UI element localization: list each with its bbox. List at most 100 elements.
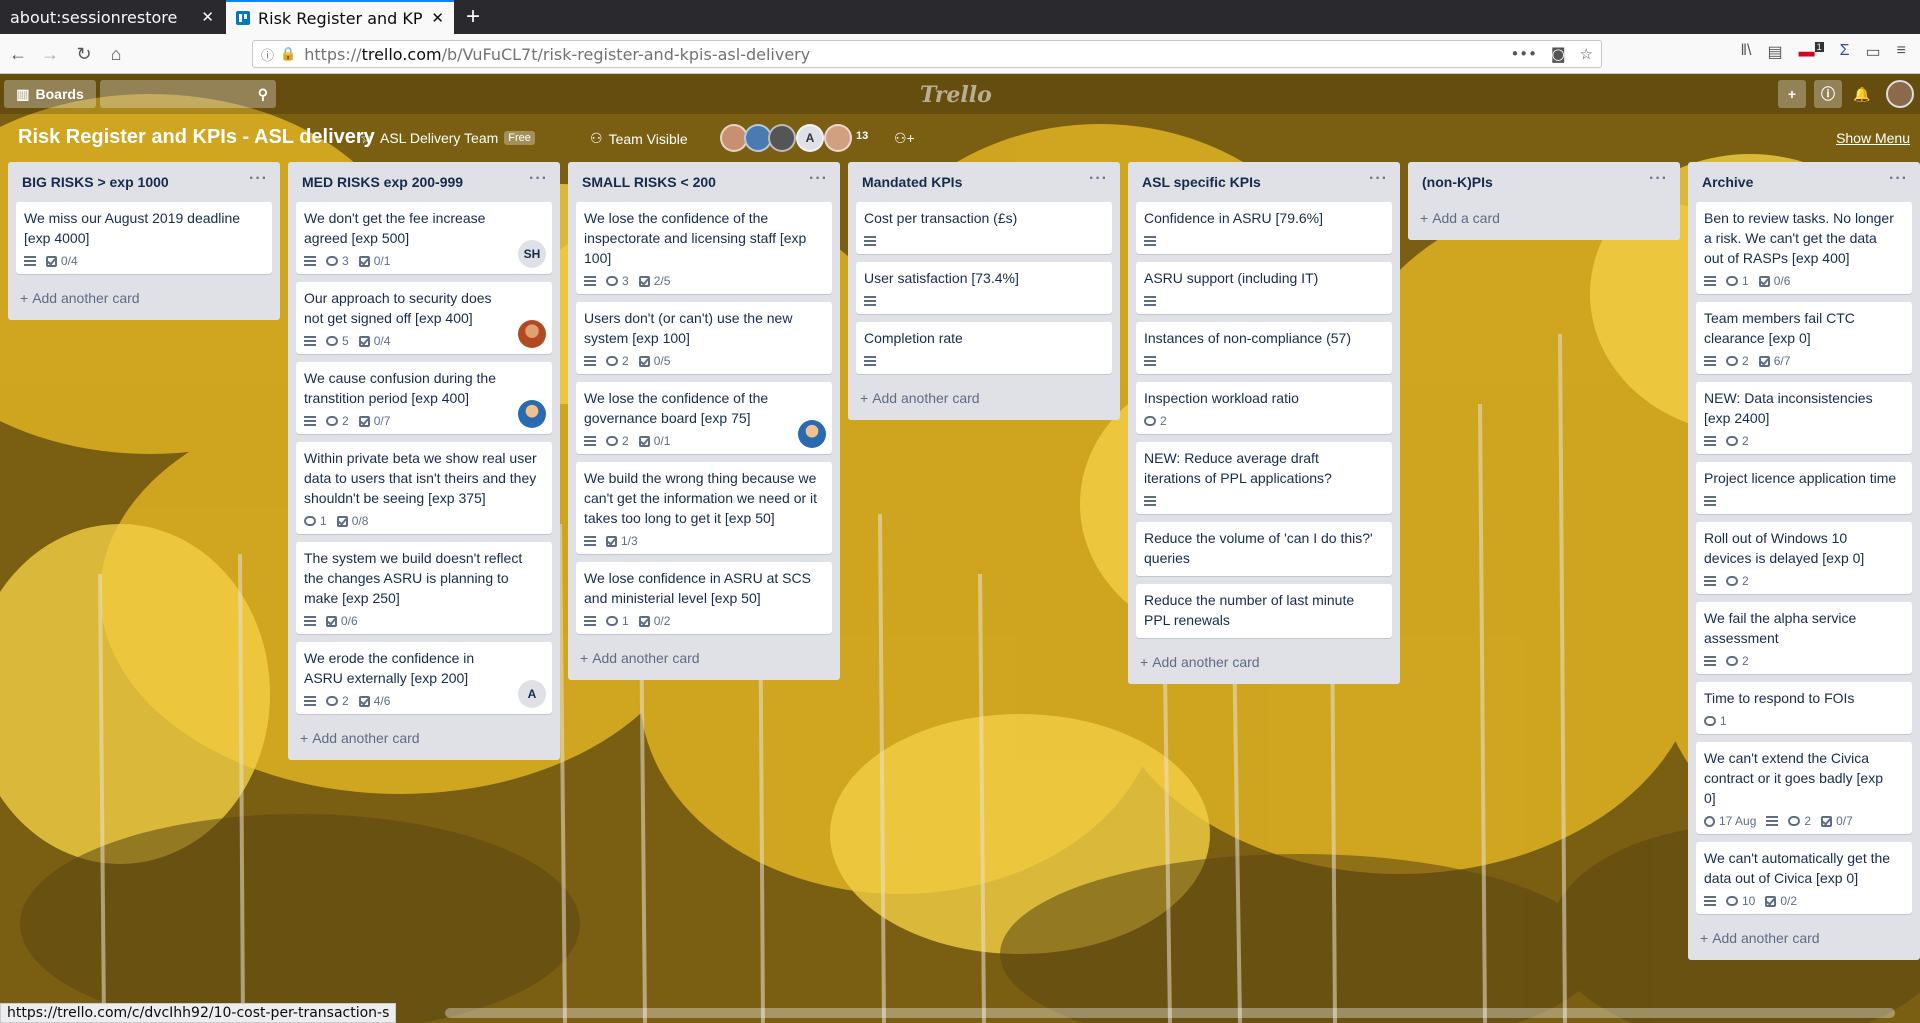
- card[interactable]: Project licence application time: [1696, 462, 1912, 514]
- card[interactable]: Cost per transaction (£s): [856, 202, 1112, 254]
- visibility-button[interactable]: ⚇ Team Visible: [590, 130, 688, 147]
- board-title[interactable]: Risk Register and KPIs - ASL delivery: [18, 126, 375, 149]
- list-title[interactable]: SMALL RISKS < 200: [582, 174, 716, 190]
- trello-logo[interactable]: Trello: [920, 82, 992, 108]
- add-card-button[interactable]: + Add another card: [1688, 922, 1920, 956]
- extension-icon[interactable]: ▭: [1866, 42, 1881, 62]
- horizontal-scrollbar[interactable]: [445, 1008, 1895, 1018]
- card[interactable]: Within private beta we show real user da…: [296, 442, 552, 534]
- list-header[interactable]: (non-K)PIs ···: [1408, 162, 1680, 202]
- card[interactable]: We can't extend the Civica contract or i…: [1696, 742, 1912, 834]
- tab-trello-board[interactable]: Risk Register and KP ✕: [226, 0, 454, 34]
- avatar[interactable]: [1886, 80, 1914, 108]
- list-header[interactable]: Archive ···: [1688, 162, 1920, 202]
- avatar[interactable]: SH: [518, 240, 546, 268]
- info-button[interactable]: ⓘ: [1814, 80, 1842, 108]
- list-title[interactable]: (non-K)PIs: [1422, 174, 1493, 190]
- url-bar[interactable]: ⓘ 🔒 https://trello.com/b/VuFuCL7t/risk-r…: [252, 40, 1602, 68]
- card[interactable]: User satisfaction [73.4%]: [856, 262, 1112, 314]
- notifications-button[interactable]: 🔔: [1848, 80, 1876, 108]
- hamburger-menu-icon[interactable]: ≡: [1897, 42, 1906, 62]
- list-header[interactable]: Mandated KPIs ···: [848, 162, 1120, 202]
- info-icon[interactable]: ⓘ: [261, 45, 274, 64]
- card[interactable]: Confidence in ASRU [79.6%]: [1136, 202, 1392, 254]
- add-member-button[interactable]: ⚇+: [894, 130, 915, 147]
- avatar[interactable]: [824, 124, 852, 152]
- list-title[interactable]: Mandated KPIs: [862, 174, 962, 190]
- list-menu-icon[interactable]: ···: [809, 170, 828, 188]
- create-button[interactable]: +: [1778, 80, 1806, 108]
- card[interactable]: Inspection workload ratio 2: [1136, 382, 1392, 434]
- home-icon[interactable]: ⌂: [104, 42, 128, 66]
- list-header[interactable]: MED RISKS exp 200-999 ···: [288, 162, 560, 202]
- pocket-icon[interactable]: ◙: [1551, 45, 1566, 63]
- card[interactable]: NEW: Reduce average draft iterations of …: [1136, 442, 1392, 514]
- list-title[interactable]: ASL specific KPIs: [1142, 174, 1261, 190]
- add-card-button[interactable]: + Add another card: [848, 382, 1120, 416]
- avatar[interactable]: [798, 420, 826, 448]
- card[interactable]: Time to respond to FOIs 1: [1696, 682, 1912, 734]
- search-input[interactable]: ⚲: [100, 80, 276, 108]
- list-title[interactable]: BIG RISKS > exp 1000: [22, 174, 169, 190]
- close-icon[interactable]: ✕: [201, 8, 214, 26]
- card[interactable]: We fail the alpha service assessment 2: [1696, 602, 1912, 674]
- reload-icon[interactable]: ↻: [72, 42, 96, 66]
- card[interactable]: We cause confusion during the transtitio…: [296, 362, 552, 434]
- card[interactable]: Instances of non-compliance (57): [1136, 322, 1392, 374]
- card[interactable]: Reduce the number of last minute PPL ren…: [1136, 584, 1392, 638]
- sidebar-icon[interactable]: ▤: [1768, 42, 1783, 62]
- card[interactable]: Ben to review tasks. No longer a risk. W…: [1696, 202, 1912, 294]
- card[interactable]: Completion rate: [856, 322, 1112, 374]
- list-title[interactable]: Archive: [1702, 174, 1753, 190]
- card[interactable]: The system we build doesn't reflect the …: [296, 542, 552, 634]
- member-count[interactable]: 13: [856, 130, 868, 142]
- card[interactable]: Reduce the volume of 'can I do this?' qu…: [1136, 522, 1392, 576]
- page-actions-icon[interactable]: •••: [1510, 45, 1537, 63]
- list-menu-icon[interactable]: ···: [529, 170, 548, 188]
- list-header[interactable]: BIG RISKS > exp 1000 ···: [8, 162, 280, 202]
- card[interactable]: We can't automatically get the data out …: [1696, 842, 1912, 914]
- bookmark-star-icon[interactable]: ☆: [1580, 45, 1593, 63]
- library-icon[interactable]: ‖\: [1740, 42, 1751, 62]
- list-menu-icon[interactable]: ···: [1369, 170, 1388, 188]
- team-button[interactable]: ASL Delivery Team Free: [380, 130, 535, 146]
- card[interactable]: We erode the confidence in ASRU external…: [296, 642, 552, 714]
- list-title[interactable]: MED RISKS exp 200-999: [302, 174, 463, 190]
- card[interactable]: We don't get the fee increase agreed [ex…: [296, 202, 552, 274]
- list-menu-icon[interactable]: ···: [249, 170, 268, 188]
- tab-session-restore[interactable]: about:sessionrestore ✕: [0, 0, 224, 34]
- close-icon[interactable]: ✕: [431, 9, 444, 27]
- card[interactable]: We lose the confidence of the governance…: [576, 382, 832, 454]
- avatar[interactable]: A: [518, 680, 546, 708]
- avatar[interactable]: [768, 124, 796, 152]
- list-menu-icon[interactable]: ···: [1089, 170, 1108, 188]
- card[interactable]: Our approach to security does not get si…: [296, 282, 552, 354]
- list-menu-icon[interactable]: ···: [1889, 170, 1908, 188]
- show-menu-button[interactable]: Show Menu: [1836, 130, 1910, 146]
- add-card-button[interactable]: + Add another card: [568, 642, 840, 676]
- extension-icon[interactable]: Σ: [1840, 42, 1850, 62]
- card[interactable]: We lose the confidence of the inspectora…: [576, 202, 832, 294]
- boards-button[interactable]: ▥ Boards: [4, 80, 96, 108]
- card[interactable]: NEW: Data inconsistencies [exp 2400] 2: [1696, 382, 1912, 454]
- star-button[interactable]: ☆: [360, 130, 373, 147]
- avatar[interactable]: [518, 400, 546, 428]
- add-card-button[interactable]: + Add another card: [8, 282, 280, 316]
- card[interactable]: ASRU support (including IT): [1136, 262, 1392, 314]
- list-menu-icon[interactable]: ···: [1649, 170, 1668, 188]
- card[interactable]: We build the wrong thing because we can'…: [576, 462, 832, 554]
- list-header[interactable]: ASL specific KPIs ···: [1128, 162, 1400, 202]
- new-tab-button[interactable]: +: [456, 0, 490, 34]
- back-icon[interactable]: ←: [6, 42, 30, 66]
- card[interactable]: Users don't (or can't) use the new syste…: [576, 302, 832, 374]
- avatar[interactable]: A: [796, 124, 824, 152]
- add-card-button[interactable]: + Add a card: [1408, 202, 1680, 236]
- add-card-button[interactable]: + Add another card: [1128, 646, 1400, 680]
- list-header[interactable]: SMALL RISKS < 200 ···: [568, 162, 840, 202]
- card[interactable]: We lose confidence in ASRU at SCS and mi…: [576, 562, 832, 634]
- card[interactable]: Team members fail CTC clearance [exp 0] 2…: [1696, 302, 1912, 374]
- card[interactable]: We miss our August 2019 deadline [exp 40…: [16, 202, 272, 274]
- forward-icon[interactable]: →: [38, 42, 62, 66]
- add-card-button[interactable]: + Add another card: [288, 722, 560, 756]
- avatar[interactable]: [518, 320, 546, 348]
